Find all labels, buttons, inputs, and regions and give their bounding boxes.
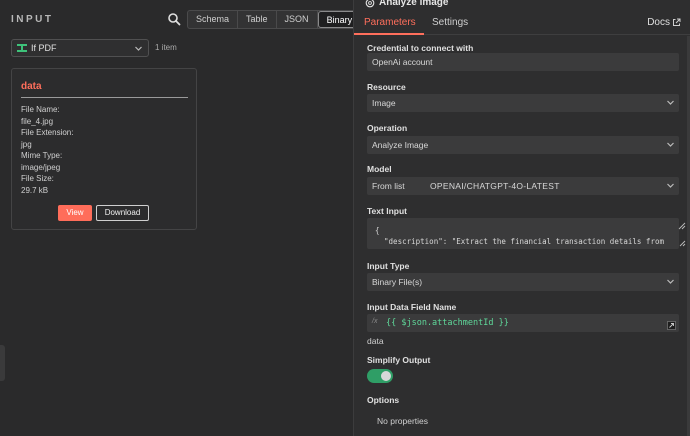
tab-settings[interactable]: Settings [432,17,468,28]
file-extension-value: jpg [21,139,32,149]
text-input-line-1: { [375,226,380,235]
resource-value: Image [372,98,396,108]
item-count: 1 item [155,43,177,52]
chevron-down-icon [667,142,674,147]
file-extension-label: File Extension: [21,128,74,137]
docs-link[interactable]: Docs [647,17,670,28]
expression-text: {{ $json.attachmentId }} [386,318,509,328]
binary-data-card: data File Name: file_4.jpg File Extensio… [11,68,197,230]
node-title[interactable]: Analyze image [379,0,448,8]
file-size-label: File Size: [21,174,54,183]
resource-label: Resource [367,82,406,92]
view-mode-tabs: Schema Table JSON Binary [187,10,363,29]
chevron-down-icon [667,100,674,105]
tab-parameters[interactable]: Parameters [364,17,416,28]
tab-schema[interactable]: Schema [188,11,239,28]
chevron-down-icon [667,183,674,188]
input-type-label: Input Type [367,261,410,271]
input-data-field-label: Input Data Field Name [367,302,457,312]
credential-label: Credential to connect with [367,43,474,53]
model-value: OPENAI/CHATGPT-4O-LATEST [430,181,560,191]
operation-value: Analyze Image [372,140,429,150]
mime-type-value: image/jpeg [21,162,61,172]
chevron-down-icon [667,279,674,284]
input-data-field-expression[interactable]: /x {{ $json.attachmentId }} [367,314,679,332]
expand-editor-icon[interactable] [678,222,686,230]
if-node-icon [17,44,27,52]
input-type-select[interactable]: Binary File(s) [367,273,679,291]
active-tab-indicator [354,33,424,35]
file-name-value: file_4.jpg [21,116,54,126]
toggle-knob [381,371,391,381]
text-input-label: Text Input [367,206,407,216]
input-panel: INPUT Schema Table JSON Binary If PDF 1 … [0,0,363,436]
model-label: Model [367,164,392,174]
file-name-label: File Name: [21,105,60,114]
model-select[interactable]: From list OPENAI/CHATGPT-4O-LATEST [367,177,679,195]
model-mode-value[interactable]: From list [372,181,420,191]
expression-fx-icon: /x [372,318,378,325]
no-properties-text: No properties [377,416,429,426]
credential-value: OpenAi account [372,57,433,67]
operation-select[interactable]: Analyze Image [367,136,679,154]
input-node-select-value: If PDF [31,43,57,53]
binary-property-name: data [21,81,42,92]
open-expression-editor-icon[interactable] [667,321,676,330]
tab-json[interactable]: JSON [277,11,318,28]
file-size-value: 29.7 kB [21,185,49,195]
mime-type-label: Mime Type: [21,151,63,160]
options-label: Options [367,395,400,405]
external-link-icon[interactable] [672,18,681,27]
input-panel-title: INPUT [11,14,54,25]
resize-handle-icon[interactable] [678,239,686,247]
expression-result: data [367,336,384,346]
view-button[interactable]: View [58,205,92,221]
divider [21,97,188,98]
search-icon[interactable] [167,12,181,26]
simplify-output-label: Simplify Output [367,355,431,365]
input-type-value: Binary File(s) [372,277,423,287]
text-input-line-2: "description": "Extract the financial tr… [375,237,664,246]
chevron-down-icon [135,46,142,51]
simplify-output-toggle[interactable] [367,369,393,383]
text-input-field[interactable]: { "description": "Extract the financial … [367,218,679,249]
credential-select[interactable]: OpenAi account [367,53,679,71]
parameter-tabs: Parameters Settings [354,13,690,35]
operation-label: Operation [367,123,408,133]
tab-table[interactable]: Table [238,11,277,28]
node-parameters-panel: Analyze image Parameters Settings Docs C… [353,0,690,436]
input-node-select[interactable]: If PDF [11,39,149,57]
binary-metadata: File Name: file_4.jpg File Extension: jp… [21,104,73,196]
panel-resize-handle[interactable] [0,345,5,381]
download-button[interactable]: Download [96,205,149,221]
resource-select[interactable]: Image [367,94,679,112]
openai-icon [365,0,375,8]
